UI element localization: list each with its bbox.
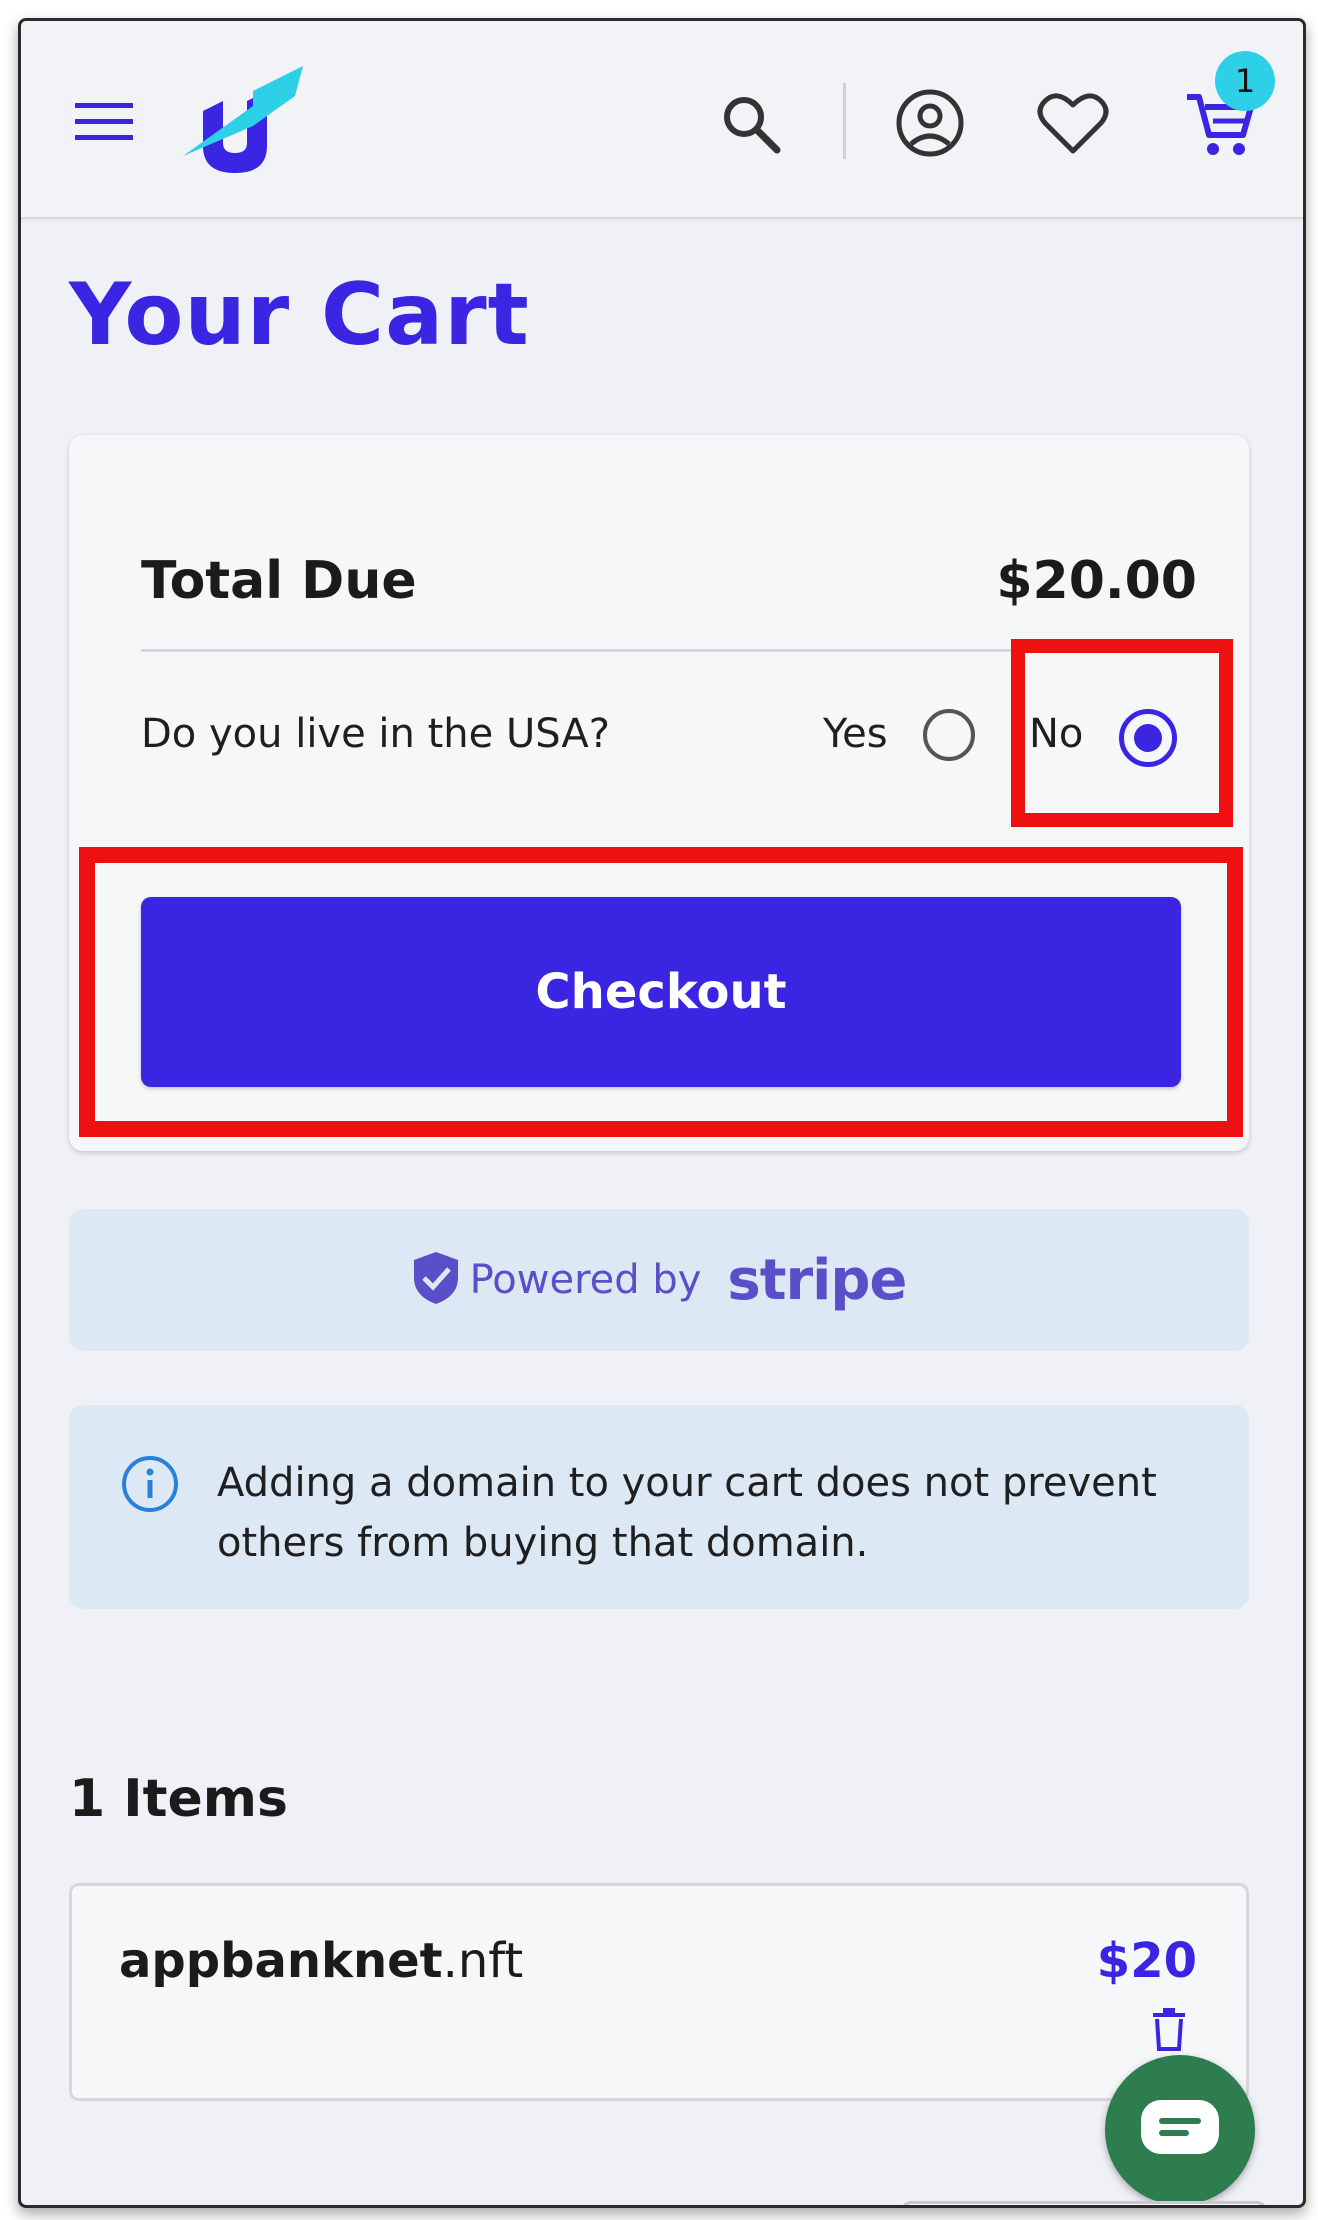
account-circle-icon[interactable] xyxy=(892,85,968,161)
top-header: 1 xyxy=(21,21,1303,219)
cart-count-badge: 1 xyxy=(1215,51,1275,111)
domain-name-tld: .nft xyxy=(442,1933,524,1989)
checkout-highlight-box xyxy=(79,847,1243,1137)
domain-notice-text: Adding a domain to your cart does not pr… xyxy=(217,1460,1157,1566)
chat-bubble-icon[interactable] xyxy=(1105,2055,1255,2205)
cart-item-card xyxy=(69,1883,1249,2101)
unstoppable-domains-logo[interactable] xyxy=(183,61,313,181)
usa-residency-question: Do you live in the USA? xyxy=(141,711,610,757)
info-icon xyxy=(121,1455,179,1513)
items-count-heading: 1 Items xyxy=(69,1769,288,1829)
hamburger-menu-icon[interactable] xyxy=(73,91,135,153)
search-icon[interactable] xyxy=(718,91,784,157)
domain-name-sld: appbanknet xyxy=(119,1933,443,1989)
next-section-edge xyxy=(901,2201,1267,2205)
total-due-value: $20.00 xyxy=(996,551,1197,611)
stripe-brand-text: stripe xyxy=(727,1247,907,1313)
total-due-label: Total Due xyxy=(141,551,417,611)
yes-radio[interactable] xyxy=(923,709,975,761)
app-frame: 1 Your Cart Total Due $20.00 Do you live… xyxy=(18,18,1306,2208)
page-title: Your Cart xyxy=(69,265,530,365)
cart-item-price: $20 xyxy=(1096,1933,1197,1989)
yes-option-label[interactable]: Yes xyxy=(823,711,888,757)
heart-icon[interactable] xyxy=(1033,85,1113,161)
cart-item-domain: appbanknet.nft xyxy=(119,1933,523,1989)
powered-by-stripe-banner: Powered by stripe xyxy=(69,1209,1249,1351)
header-divider xyxy=(843,83,846,159)
shield-check-icon xyxy=(412,1250,460,1310)
powered-by-text: Powered by xyxy=(469,1257,702,1303)
no-option-highlight-box xyxy=(1011,639,1233,827)
